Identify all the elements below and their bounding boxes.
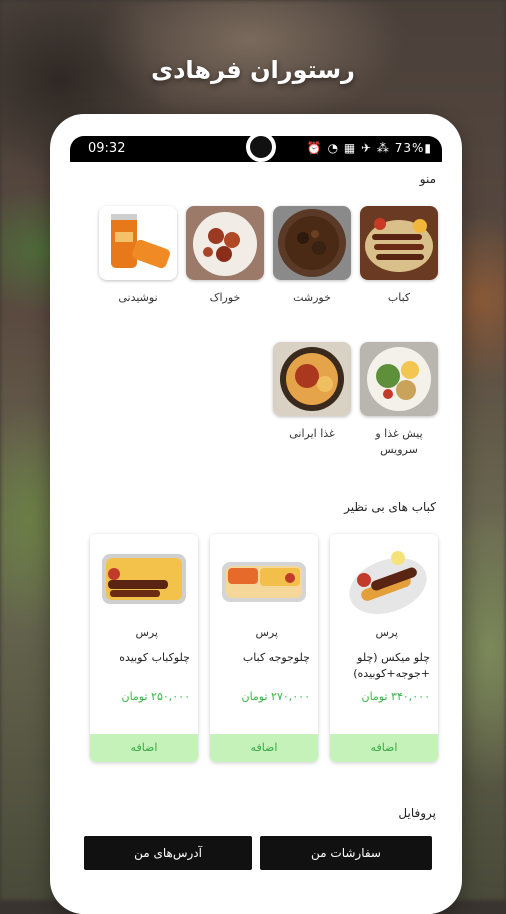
product-name: چلوکباب کوبیده xyxy=(119,651,190,664)
product-card[interactable]: پرس چلوکباب کوبیده ۲۵۰,۰۰۰ تومان اضافه xyxy=(90,534,198,762)
add-button[interactable]: اضافه xyxy=(330,734,438,762)
product-card[interactable]: پرس چلو میکس (چلو +جوجه+کوبیده) ۳۴۰,۰۰۰ … xyxy=(330,534,438,762)
category-label: نوشیدنی xyxy=(118,291,158,304)
dish-photo-icon xyxy=(186,206,264,280)
profile-title: پروفایل xyxy=(398,806,436,820)
drink-photo-icon xyxy=(99,206,177,280)
category-appetizer[interactable]: پیش غذا و سرویس xyxy=(359,342,439,458)
product-price: ۳۴۰,۰۰۰ تومان xyxy=(361,690,430,703)
status-icons: ⏰ ◔ ▦ ✈ ⁂ 73%▮ xyxy=(306,141,432,155)
category-label: کباب xyxy=(387,291,411,304)
stew-photo-icon xyxy=(273,206,351,280)
status-time: 09:32 xyxy=(88,141,126,156)
menu-title: منو xyxy=(419,172,436,186)
kebab-photo-icon xyxy=(360,206,438,280)
mix-kebab-photo-icon xyxy=(340,544,428,615)
category-dish[interactable]: خوراک xyxy=(185,206,265,306)
category-label: خوراک xyxy=(209,291,241,304)
featured-title: کباب های بی نظیر xyxy=(344,500,436,514)
product-name: چلو میکس (چلو +جوجه+کوبیده) xyxy=(353,651,430,680)
add-button[interactable]: اضافه xyxy=(210,734,318,762)
iranian-food-photo-icon xyxy=(273,342,351,416)
product-price: ۲۷۰,۰۰۰ تومان xyxy=(241,690,310,703)
category-label: خورشت xyxy=(293,291,331,304)
category-label: غذا ایرانی xyxy=(289,427,335,440)
appetizer-photo-icon xyxy=(360,342,438,416)
product-name: چلوجوجه کباب xyxy=(242,651,310,664)
add-button[interactable]: اضافه xyxy=(90,734,198,762)
category-label: پیش غذا و سرویس xyxy=(375,427,423,456)
jujeh-kebab-photo-icon xyxy=(220,544,308,614)
my-orders-button[interactable]: سفارشات من xyxy=(260,836,432,870)
koobideh-kebab-photo-icon xyxy=(100,544,188,614)
camera-notch xyxy=(246,132,276,162)
app-screen: منو کباب خورشت خوراک نوشیدنی پیش غذا و س… xyxy=(70,162,442,914)
product-price: ۲۵۰,۰۰۰ تومان xyxy=(121,690,190,703)
category-drink[interactable]: نوشیدنی xyxy=(98,206,178,306)
product-size: پرس xyxy=(135,626,158,639)
product-size: پرس xyxy=(375,626,398,639)
category-iranian-food[interactable]: غذا ایرانی xyxy=(272,342,352,442)
restaurant-title: رستوران فرهادی xyxy=(151,56,355,84)
my-addresses-button[interactable]: آدرس‌های من xyxy=(84,836,252,870)
product-card[interactable]: پرس چلوجوجه کباب ۲۷۰,۰۰۰ تومان اضافه xyxy=(210,534,318,762)
product-size: پرس xyxy=(255,626,278,639)
category-stew[interactable]: خورشت xyxy=(272,206,352,306)
phone-frame: 09:32 ⏰ ◔ ▦ ✈ ⁂ 73%▮ منو کباب خورشت خورا… xyxy=(50,114,462,914)
category-kebab[interactable]: کباب xyxy=(359,206,439,306)
